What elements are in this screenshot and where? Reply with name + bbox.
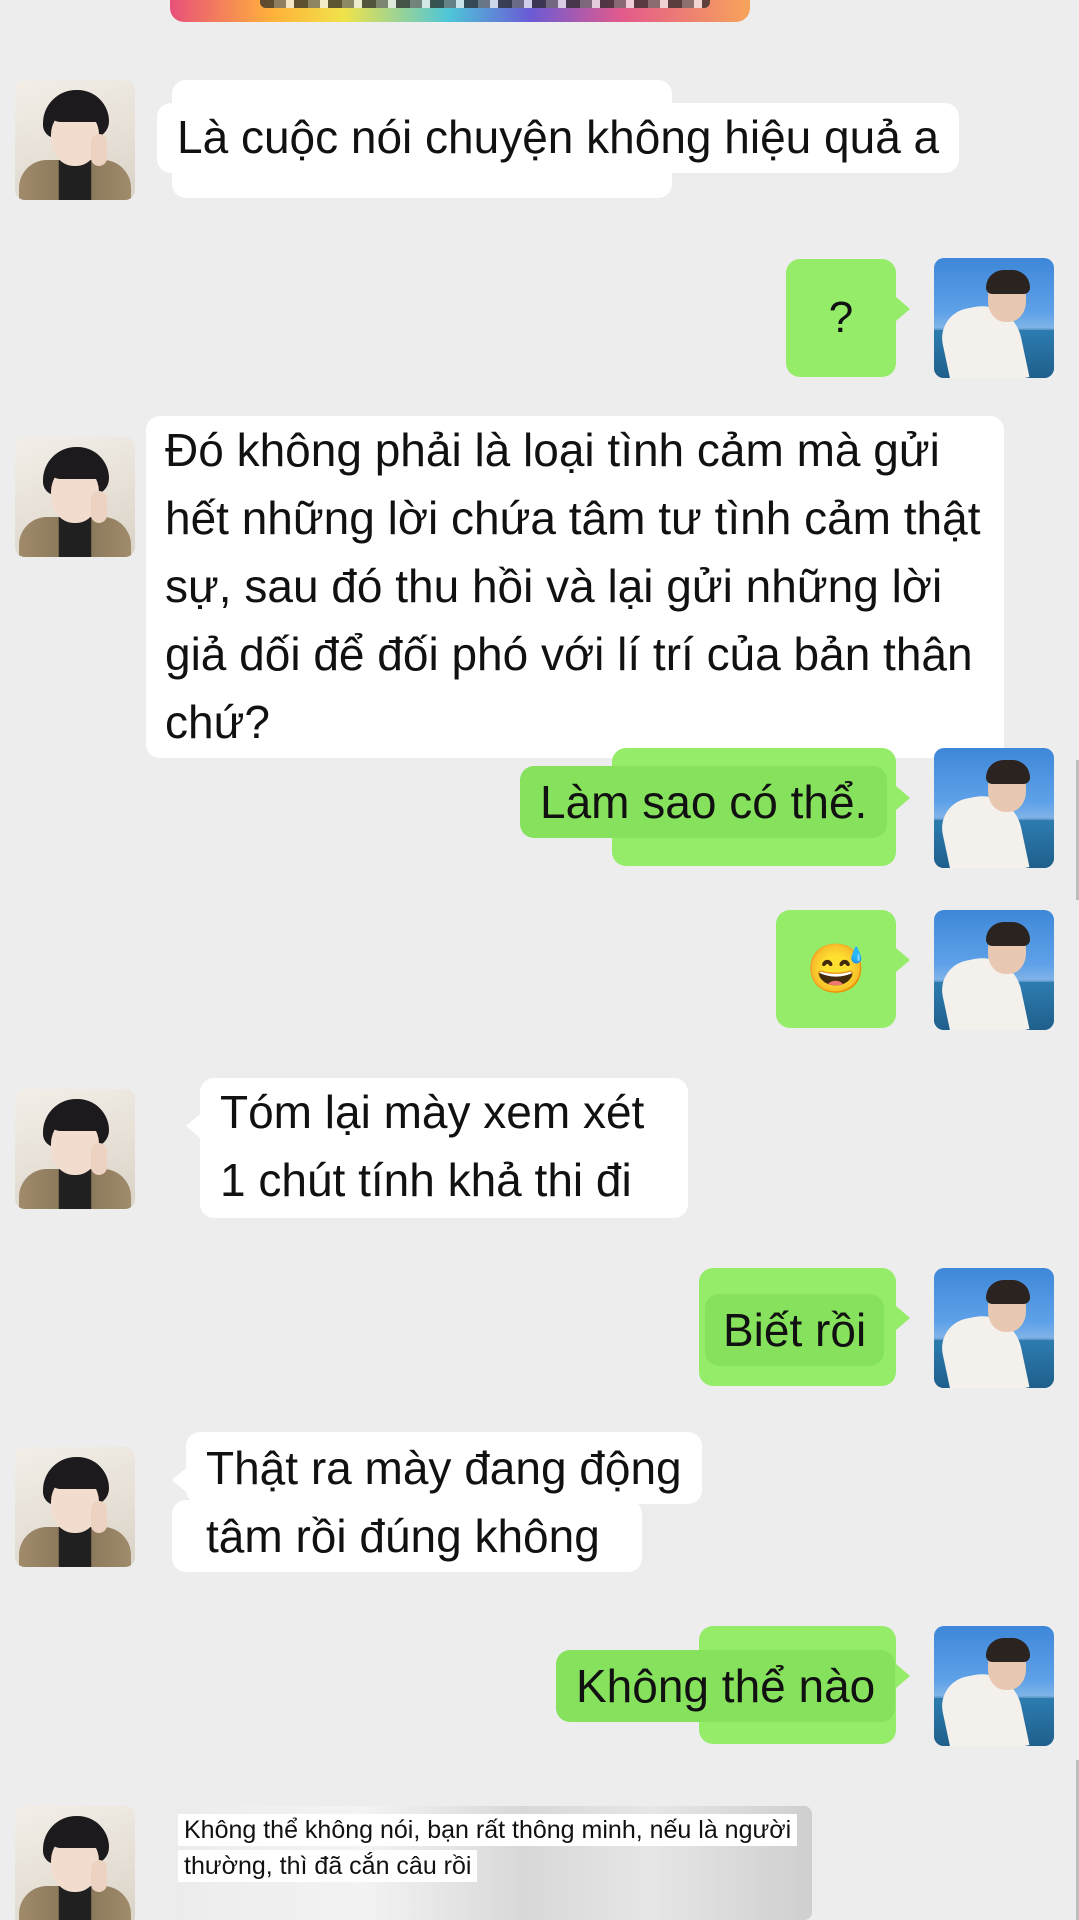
message-bubble[interactable]: Là cuộc nói chuyện không hiệu quả a	[157, 103, 960, 173]
contact-avatar[interactable]	[15, 1806, 135, 1920]
message-bubble[interactable]: 😅	[776, 910, 910, 1028]
my-avatar[interactable]	[934, 910, 1054, 1030]
message-bubble[interactable]: Đó không phải là loại tình cảm mà gửi hế…	[146, 416, 1004, 758]
message-bubble-line2[interactable]: tâm rồi đúng không	[186, 1500, 620, 1572]
contact-avatar[interactable]	[15, 80, 135, 200]
message-bubble[interactable]: Không thể nào	[556, 1650, 896, 1722]
contact-avatar[interactable]	[15, 1447, 135, 1567]
image-message[interactable]: Không thể không nói, bạn rất thông minh,…	[170, 1806, 812, 1920]
message-line: giả dối để đối phó với lí trí của bản th…	[165, 628, 973, 680]
message-line: sự, sau đó thu hồi và lại gửi những lời	[165, 560, 943, 612]
chat-view: Là cuộc nói chuyện không hiệu quả a ? Đó…	[0, 0, 1079, 1920]
previous-image-message[interactable]	[170, 0, 750, 22]
my-avatar[interactable]	[934, 1268, 1054, 1388]
message-bubble[interactable]: Biết rồi	[705, 1294, 885, 1366]
contact-avatar[interactable]	[15, 1089, 135, 1209]
message-line: tâm rồi đúng không	[206, 1510, 600, 1562]
message-text: ?	[828, 293, 854, 342]
my-avatar[interactable]	[934, 258, 1054, 378]
message-line: hết những lời chứa tâm tư tình cảm thật	[165, 492, 981, 544]
message-bubble[interactable]: ?	[786, 259, 910, 377]
message-line: Tóm lại mày xem xét	[220, 1086, 645, 1138]
message-bubble[interactable]: Làm sao có thể.	[520, 766, 888, 838]
message-bubble[interactable]: Tóm lại mày xem xét 1 chút tính khả thi …	[186, 1078, 688, 1218]
message-text: Làm sao có thể.	[540, 776, 868, 828]
message-text: Biết rồi	[723, 1304, 867, 1356]
contact-avatar[interactable]	[15, 437, 135, 557]
my-avatar[interactable]	[934, 748, 1054, 868]
message-text: Là cuộc nói chuyện không hiệu quả a	[177, 111, 940, 163]
caption-line: Không thể không nói, bạn rất thông minh,…	[178, 1814, 798, 1846]
message-line: Thật ra mày đang động	[206, 1442, 682, 1494]
sweat-smile-emoji: 😅	[806, 943, 866, 996]
message-line: chứ?	[165, 696, 270, 748]
message-line: Đó không phải là loại tình cảm mà gửi	[165, 424, 940, 476]
my-avatar[interactable]	[934, 1626, 1054, 1746]
caption-line: thường, thì đã cắn câu rồi	[178, 1850, 478, 1882]
image-caption: Không thể không nói, bạn rất thông minh,…	[170, 1806, 805, 1890]
message-line: 1 chút tính khả thi đi	[220, 1154, 632, 1206]
message-text: Không thể nào	[576, 1660, 876, 1712]
message-bubble[interactable]: Thật ra mày đang động	[172, 1432, 702, 1504]
